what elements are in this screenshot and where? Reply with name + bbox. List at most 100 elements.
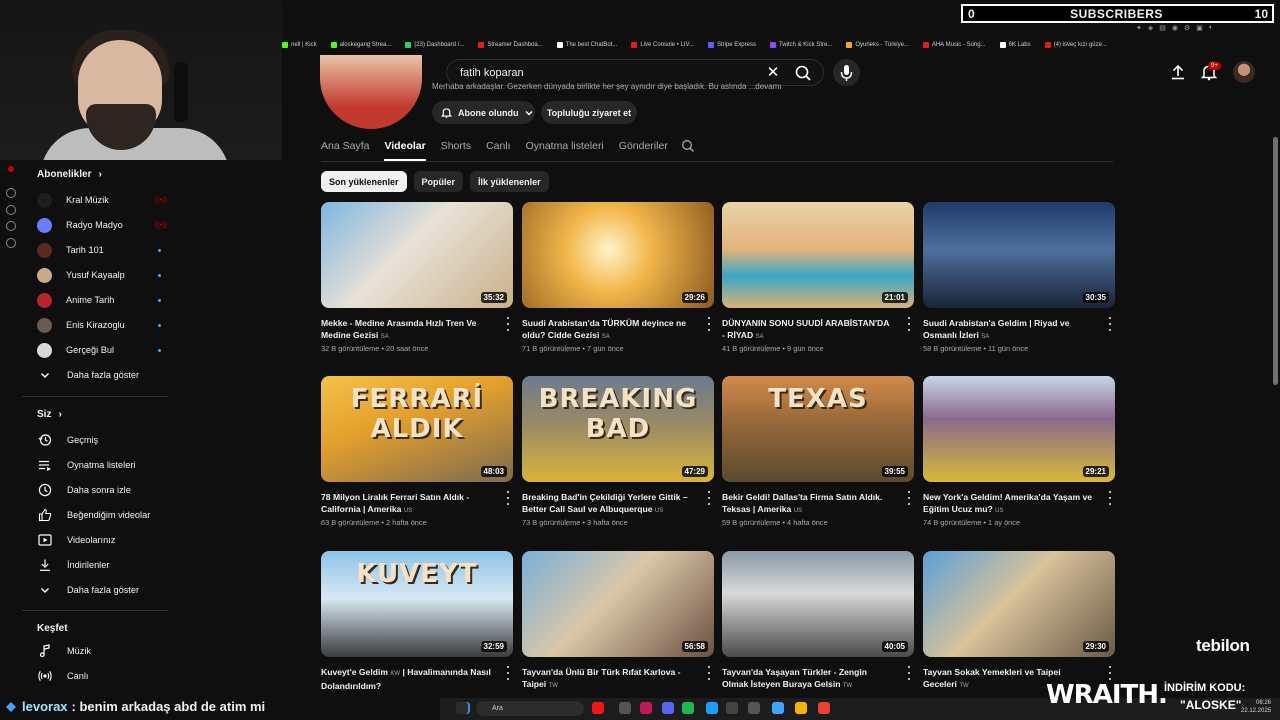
video-title[interactable]: DÜNYANIN SONU SUUDİ ARABİSTAN'DA - RİYAD… bbox=[722, 317, 894, 341]
subscriptions-header[interactable]: Abonelikler › bbox=[37, 169, 102, 180]
extension-icon[interactable]: ▣ bbox=[1196, 24, 1203, 34]
video-card[interactable]: 40:05 Tayvan'da Yaşayan Türkler - Zengin … bbox=[722, 551, 914, 690]
extension-icon[interactable]: ⚙ bbox=[1184, 24, 1190, 34]
video-title[interactable]: New York'a Geldim! Amerika'da Yaşam ve E… bbox=[923, 491, 1095, 515]
more-actions-icon[interactable] bbox=[505, 666, 511, 680]
taskbar-app-icon[interactable] bbox=[706, 702, 718, 714]
taskbar-app-icon[interactable] bbox=[456, 702, 468, 714]
sidebar-item-watch-later[interactable]: Daha sonra izle bbox=[37, 480, 167, 500]
bookmark-item[interactable]: Streamer Dashboa... bbox=[478, 42, 543, 48]
bookmark-item[interactable]: Oyuneks - Türkiye... bbox=[846, 42, 909, 48]
video-card[interactable]: 21:01 DÜNYANIN SONU SUUDİ ARABİSTAN'DA - … bbox=[722, 202, 914, 353]
tab-1[interactable]: Videolar bbox=[384, 135, 426, 161]
sidebar-subscription-item[interactable]: Enis Kirazoglu bbox=[37, 315, 167, 335]
channel-description[interactable]: Merhaba arkadaşlar. Gezerken dünyada bir… bbox=[432, 82, 852, 92]
more-actions-icon[interactable] bbox=[906, 666, 912, 680]
video-thumbnail[interactable]: 29:21 bbox=[923, 376, 1115, 482]
video-thumbnail[interactable]: 29:30 bbox=[923, 551, 1115, 657]
record-icon[interactable] bbox=[8, 166, 14, 172]
extension-icon[interactable]: ◐ bbox=[1209, 24, 1213, 34]
tab-0[interactable]: Ana Sayfa bbox=[321, 135, 369, 161]
bookmark-item[interactable]: Twitch & Kick Stre... bbox=[769, 42, 832, 48]
create-button[interactable] bbox=[1168, 62, 1188, 82]
video-thumbnail[interactable]: 21:01 bbox=[722, 202, 914, 308]
sidebar-item-like[interactable]: Beğendiğim videolar bbox=[37, 505, 167, 525]
taskbar-app-icon[interactable] bbox=[818, 702, 830, 714]
more-actions-icon[interactable] bbox=[706, 666, 712, 680]
taskbar-app-icon[interactable] bbox=[640, 702, 652, 714]
video-title[interactable]: Suudi Arabistan'da TÜRKÜM deyince ne old… bbox=[522, 317, 694, 341]
more-actions-icon[interactable] bbox=[505, 317, 511, 331]
show-more-subscriptions-button[interactable]: Daha fazla göster bbox=[37, 365, 167, 385]
taskbar-app-icon[interactable] bbox=[682, 702, 694, 714]
clear-search-button[interactable]: ✕ bbox=[762, 62, 784, 84]
sidebar-item-download[interactable]: İndirilenler bbox=[37, 555, 167, 575]
visit-community-button[interactable]: Topluluğu ziyaret et bbox=[541, 101, 637, 124]
channel-search-button[interactable] bbox=[681, 139, 695, 153]
video-title[interactable]: Mekke - Medine Arasında Hızlı Tren Ve Me… bbox=[321, 317, 493, 341]
video-title[interactable]: Kuveyt'e Geldim KW | Havalimanında Nasıl… bbox=[321, 666, 493, 690]
more-actions-icon[interactable] bbox=[706, 491, 712, 505]
video-thumbnail[interactable]: 35:32 bbox=[321, 202, 513, 308]
tab-4[interactable]: Oynatma listeleri bbox=[526, 135, 604, 161]
bookmark-item[interactable]: 6K Labs bbox=[999, 42, 1031, 48]
taskbar-app-icon[interactable] bbox=[619, 702, 631, 714]
taskbar-app-icon[interactable] bbox=[662, 702, 674, 714]
video-card[interactable]: 30:35 Suudi Arabistan'a Geldim | Riyad ve… bbox=[923, 202, 1115, 353]
page-scrollbar[interactable] bbox=[1273, 137, 1278, 385]
more-actions-icon[interactable] bbox=[1107, 317, 1113, 331]
taskbar-app-icon[interactable] bbox=[795, 702, 807, 714]
account-avatar[interactable] bbox=[1233, 61, 1255, 83]
more-actions-icon[interactable] bbox=[906, 317, 912, 331]
video-card[interactable]: FERRARİ ALDIK 48:03 78 Milyon Liralık Ferr… bbox=[321, 376, 513, 527]
more-actions-icon[interactable] bbox=[505, 491, 511, 505]
more-actions-icon[interactable] bbox=[706, 317, 712, 331]
bookmark-item[interactable]: AHA Music - Song... bbox=[922, 42, 986, 48]
sidebar-subscription-item[interactable]: Kral Müzik ((•)) bbox=[37, 190, 167, 210]
video-title[interactable]: Suudi Arabistan'a Geldim | Riyad ve Osma… bbox=[923, 317, 1095, 341]
more-actions-icon[interactable] bbox=[906, 491, 912, 505]
sidebar-subscription-item[interactable]: Tarih 101 bbox=[37, 240, 167, 260]
sidebar-item-live[interactable]: Canlı bbox=[37, 666, 167, 686]
video-thumbnail[interactable]: 40:05 bbox=[722, 551, 914, 657]
video-thumbnail[interactable]: 56:58 bbox=[522, 551, 714, 657]
taskbar-app-icon[interactable] bbox=[772, 702, 784, 714]
video-card[interactable]: 29:26 Suudi Arabistan'da TÜRKÜM deyince n… bbox=[522, 202, 714, 353]
bookmark-item[interactable]: (4) isveç kızı güze... bbox=[1044, 42, 1107, 48]
bookmark-item[interactable]: The best ChatBot... bbox=[556, 42, 617, 48]
tab-3[interactable]: Canlı bbox=[486, 135, 511, 161]
video-card[interactable]: TEXAS 39:55 Bekir Geldi! Dallas'ta Firma S… bbox=[722, 376, 914, 527]
video-title[interactable]: Tayvan'da Ünlü Bir Türk Rıfat Karlova - … bbox=[522, 666, 694, 690]
video-title[interactable]: Tayvan'da Yaşayan Türkler - Zengin Olmak… bbox=[722, 666, 894, 690]
extension-icon[interactable]: ▤ bbox=[1159, 24, 1166, 34]
video-card[interactable]: 29:30 Tayvan Sokak Yemekleri ve Taipei Ge… bbox=[923, 551, 1115, 690]
video-card[interactable]: BREAKING BAD 47:29 Breaking Bad'in Çekildi… bbox=[522, 376, 714, 527]
video-thumbnail[interactable]: TEXAS 39:55 bbox=[722, 376, 914, 482]
channel-avatar[interactable] bbox=[320, 55, 422, 129]
taskbar-app-icon[interactable] bbox=[748, 702, 760, 714]
search-button[interactable] bbox=[790, 62, 816, 84]
sort-chip[interactable]: İlk yüklenenler bbox=[470, 171, 549, 192]
sidebar-subscription-item[interactable]: Radyo Madyo ((•)) bbox=[37, 215, 167, 235]
sidebar-item-music[interactable]: Müzik bbox=[37, 641, 167, 661]
subscribed-button[interactable]: Abone olundu bbox=[432, 101, 535, 124]
sidebar-item-chevron-down[interactable]: Daha fazla göster bbox=[37, 580, 167, 600]
video-title[interactable]: Breaking Bad'in Çekildiği Yerlere Gittik… bbox=[522, 491, 694, 515]
video-title[interactable]: 78 Milyon Liralık Ferrari Satın Aldık - … bbox=[321, 491, 493, 515]
tab-2[interactable]: Shorts bbox=[441, 135, 471, 161]
video-thumbnail[interactable]: 29:26 bbox=[522, 202, 714, 308]
rail-icon[interactable] bbox=[6, 221, 16, 231]
more-actions-icon[interactable] bbox=[1107, 491, 1113, 505]
video-card[interactable]: 29:21 New York'a Geldim! Amerika'da Yaşam… bbox=[923, 376, 1115, 527]
taskbar-app-icon[interactable] bbox=[592, 702, 604, 714]
video-thumbnail[interactable]: 30:35 bbox=[923, 202, 1115, 308]
extension-icon[interactable]: ◉ bbox=[1172, 24, 1178, 34]
sidebar-subscription-item[interactable]: Gerçeği Bul bbox=[37, 340, 167, 360]
bookmark-item[interactable]: nell | Kick bbox=[282, 42, 317, 48]
sidebar-item-history[interactable]: Geçmiş bbox=[37, 430, 167, 450]
video-thumbnail[interactable]: BREAKING BAD 47:29 bbox=[522, 376, 714, 482]
video-card[interactable]: KUVEYT 32:59 Kuveyt'e Geldim KW | Havalima… bbox=[321, 551, 513, 690]
sidebar-subscription-item[interactable]: Anime Tarih bbox=[37, 290, 167, 310]
tab-5[interactable]: Gönderiler bbox=[619, 135, 668, 161]
sort-chip[interactable]: Son yüklenenler bbox=[321, 171, 407, 192]
